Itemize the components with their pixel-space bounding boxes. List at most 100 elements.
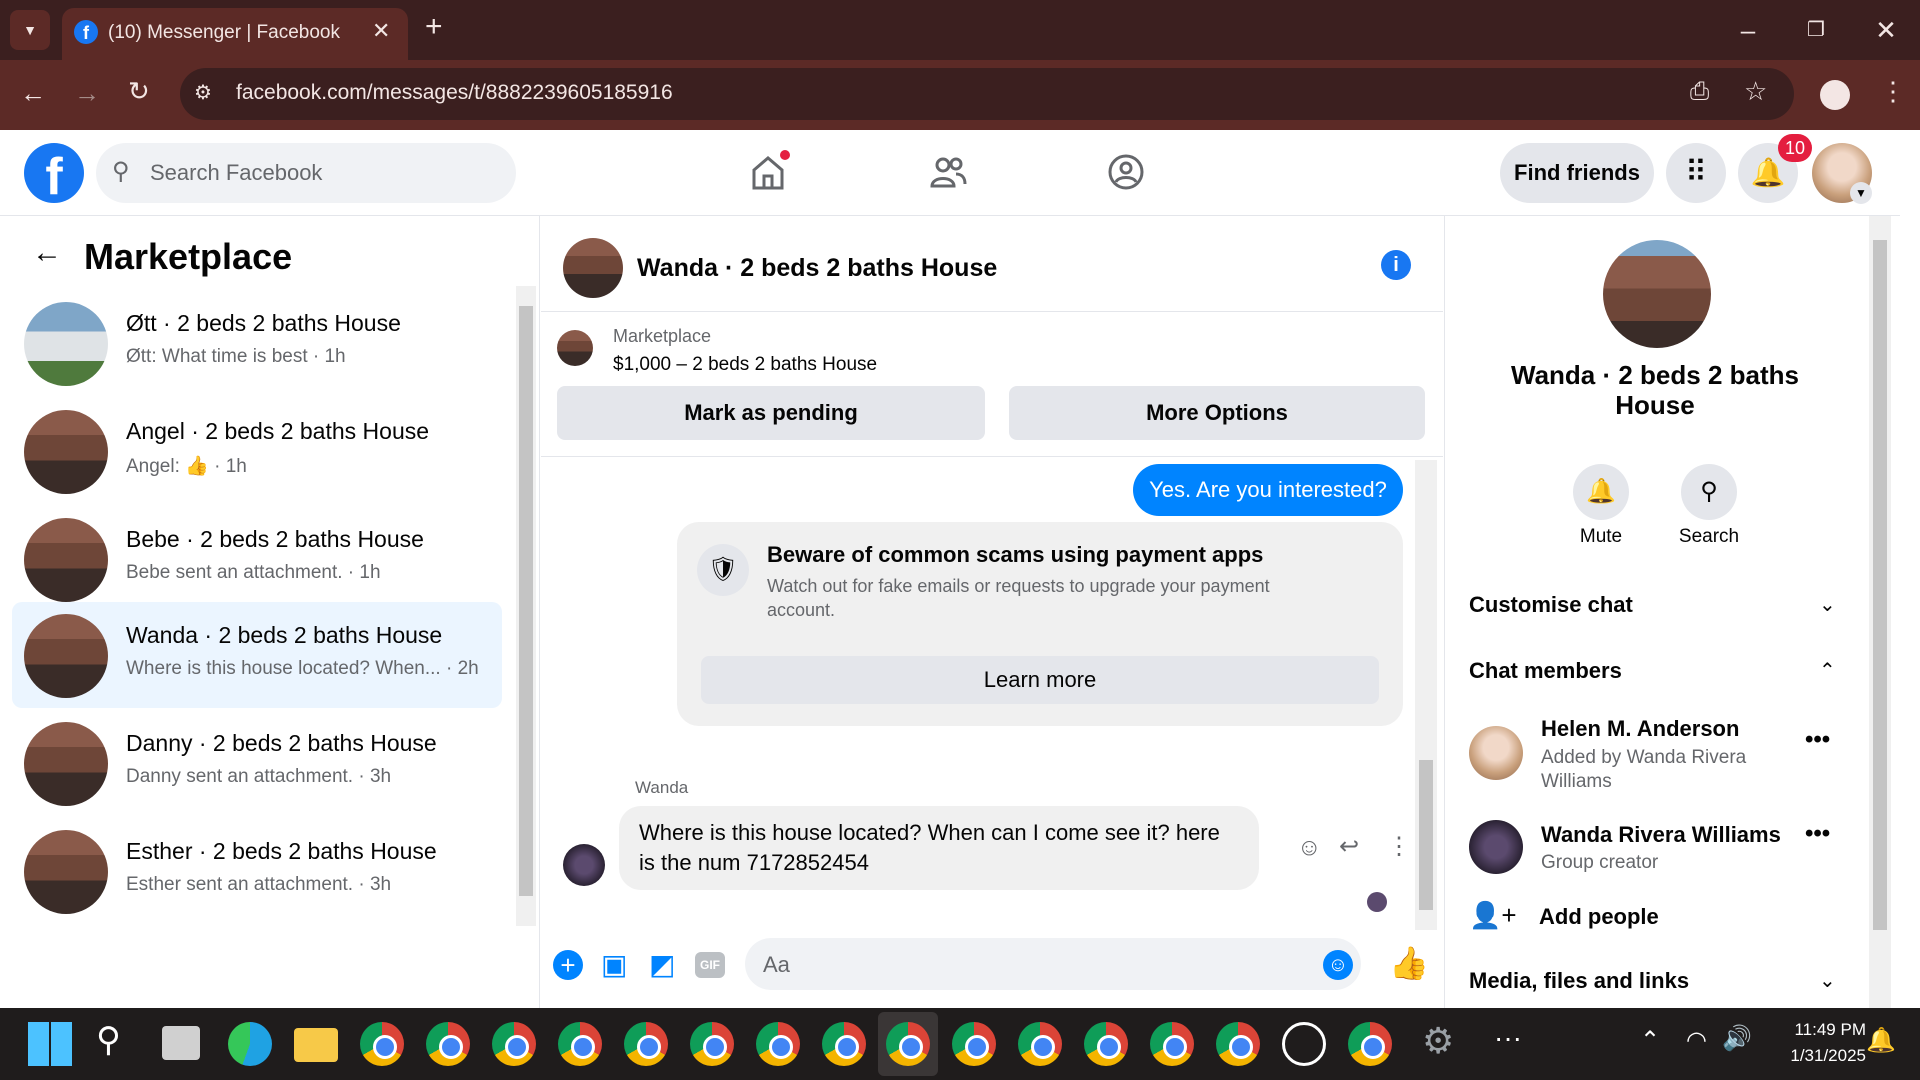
overflow-dots-icon[interactable]: ··· bbox=[1494, 1022, 1522, 1054]
conversation-item[interactable]: Angel · 2 beds 2 baths House Angel: 👍 · … bbox=[12, 398, 502, 504]
bookmark-star-icon[interactable]: ☆ bbox=[1744, 76, 1767, 107]
search-field[interactable]: ⚲ Search Facebook bbox=[96, 143, 516, 203]
menu-grid-button[interactable]: ⠿ bbox=[1666, 143, 1726, 203]
chrome-icon[interactable] bbox=[360, 1022, 404, 1066]
scrollbar-thumb[interactable] bbox=[1419, 760, 1433, 910]
minimize-button[interactable]: – bbox=[1718, 0, 1778, 60]
clock-time[interactable]: 11:49 PM bbox=[1770, 1020, 1866, 1040]
add-people-row[interactable]: 👤+ Add people bbox=[1469, 900, 1849, 940]
conversation-item[interactable]: Esther · 2 beds 2 baths House Esther sen… bbox=[12, 818, 502, 924]
chrome-icon[interactable] bbox=[1348, 1022, 1392, 1066]
mute-button[interactable]: 🔔 bbox=[1573, 464, 1629, 520]
chrome-icon[interactable] bbox=[1150, 1022, 1194, 1066]
scrollbar-thumb[interactable] bbox=[519, 306, 533, 896]
member-name[interactable]: Wanda Rivera Williams bbox=[1541, 822, 1781, 848]
their-message-bubble[interactable]: Where is this house located? When can I … bbox=[619, 806, 1259, 890]
chrome-icon[interactable] bbox=[426, 1022, 470, 1066]
chrome-icon[interactable] bbox=[1018, 1022, 1062, 1066]
windows-start-icon[interactable] bbox=[28, 1022, 72, 1066]
chatgpt-icon[interactable] bbox=[1282, 1022, 1326, 1066]
learn-more-button[interactable]: Learn more bbox=[701, 656, 1379, 704]
chat-members-row[interactable]: Chat members ⌃ bbox=[1469, 658, 1849, 698]
reload-icon[interactable]: ↻ bbox=[128, 76, 150, 107]
member-options-icon[interactable]: ••• bbox=[1805, 820, 1830, 848]
conversation-item[interactable]: Danny · 2 beds 2 baths House Danny sent … bbox=[12, 710, 502, 816]
member-avatar[interactable] bbox=[1469, 726, 1523, 780]
find-friends-button[interactable]: Find friends bbox=[1500, 143, 1654, 203]
conversation-item[interactable]: Bebe · 2 beds 2 baths House Bebe sent an… bbox=[12, 506, 502, 612]
notification-bell-icon[interactable]: 🔔 bbox=[1866, 1026, 1896, 1055]
account-chevron-icon[interactable]: ▼ bbox=[1850, 182, 1872, 204]
info-avatar[interactable] bbox=[1603, 240, 1711, 348]
sender-avatar[interactable] bbox=[563, 844, 605, 886]
chrome-icon[interactable] bbox=[756, 1022, 800, 1066]
forward-icon[interactable]: → bbox=[74, 78, 100, 109]
emoji-icon[interactable]: ☺ bbox=[1323, 950, 1353, 980]
image-icon[interactable]: ▣ bbox=[601, 948, 627, 981]
browser-tab[interactable]: f (10) Messenger | Facebook ✕ bbox=[62, 8, 408, 60]
mark-pending-button[interactable]: Mark as pending bbox=[557, 386, 985, 440]
add-icon[interactable]: + bbox=[553, 950, 583, 980]
my-message-bubble[interactable]: Yes. Are you interested? bbox=[1133, 464, 1403, 516]
conversation-item[interactable]: Øtt · 2 beds 2 baths House Øtt: What tim… bbox=[12, 290, 502, 396]
chrome-icon[interactable] bbox=[952, 1022, 996, 1066]
conversation-item-selected[interactable]: Wanda · 2 beds 2 baths House Where is th… bbox=[12, 602, 502, 708]
chrome-icon[interactable] bbox=[1084, 1022, 1128, 1066]
customise-chat-row[interactable]: Customise chat ⌄ bbox=[1469, 592, 1849, 632]
chrome-icon[interactable] bbox=[822, 1022, 866, 1066]
more-actions-icon[interactable]: ⋮ bbox=[1387, 832, 1411, 861]
member-options-icon[interactable]: ••• bbox=[1805, 726, 1830, 754]
close-window-button[interactable]: ✕ bbox=[1856, 0, 1916, 60]
chrome-icon-active[interactable] bbox=[886, 1022, 930, 1066]
info-icon[interactable]: i bbox=[1381, 250, 1411, 280]
chrome-icon[interactable] bbox=[558, 1022, 602, 1066]
taskbar-search-icon[interactable]: ⚲ bbox=[96, 1020, 121, 1060]
listing-description[interactable]: $1,000 – 2 beds 2 baths House bbox=[613, 354, 877, 376]
chrome-icon[interactable] bbox=[492, 1022, 536, 1066]
url-field[interactable]: ⚙ facebook.com/messages/t/88822396051859… bbox=[180, 68, 1794, 120]
chrome-icon[interactable] bbox=[624, 1022, 668, 1066]
wifi-icon[interactable]: ◠ bbox=[1686, 1026, 1707, 1055]
chrome-icon[interactable] bbox=[1216, 1022, 1260, 1066]
chat-title[interactable]: Wanda · 2 beds 2 baths House bbox=[637, 254, 997, 283]
friends-icon[interactable] bbox=[928, 152, 968, 192]
close-tab-icon[interactable]: ✕ bbox=[372, 18, 390, 44]
chrome-icon[interactable] bbox=[690, 1022, 734, 1066]
chat-avatar[interactable] bbox=[563, 238, 623, 298]
thumbs-up-send-icon[interactable]: 👍 bbox=[1389, 944, 1429, 982]
facebook-logo-icon[interactable]: f bbox=[24, 143, 84, 203]
tab-search-button[interactable]: ▼ bbox=[10, 10, 50, 50]
page-scrollbar[interactable] bbox=[1900, 130, 1920, 1008]
new-tab-button[interactable]: + bbox=[425, 10, 443, 44]
groups-icon[interactable] bbox=[1106, 152, 1146, 192]
back-arrow-icon[interactable]: ← bbox=[32, 236, 62, 270]
site-info-icon[interactable]: ⚙ bbox=[194, 80, 212, 105]
clock-date[interactable]: 1/31/2025 bbox=[1760, 1046, 1866, 1066]
tray-chevron-icon[interactable]: ⌃ bbox=[1640, 1026, 1660, 1055]
message-input[interactable]: Aa ☺ bbox=[745, 938, 1361, 990]
conversation-scrollbar[interactable] bbox=[516, 286, 536, 926]
reply-icon[interactable]: ↩ bbox=[1339, 832, 1359, 861]
media-files-row[interactable]: Media, files and links ⌄ bbox=[1469, 968, 1849, 1008]
scrollbar-thumb[interactable] bbox=[1873, 240, 1887, 930]
search-button[interactable]: ⚲ bbox=[1681, 464, 1737, 520]
profile-icon[interactable] bbox=[1820, 80, 1850, 110]
member-name[interactable]: Helen M. Anderson bbox=[1541, 716, 1739, 742]
settings-gear-icon[interactable]: ⚙ bbox=[1422, 1020, 1454, 1062]
task-view-icon[interactable] bbox=[162, 1026, 200, 1060]
more-options-button[interactable]: More Options bbox=[1009, 386, 1425, 440]
react-emoji-icon[interactable]: ☺ bbox=[1297, 834, 1322, 862]
gif-icon[interactable]: GIF bbox=[695, 952, 725, 978]
restore-button[interactable]: ❐ bbox=[1786, 0, 1846, 60]
listing-thumbnail[interactable] bbox=[557, 330, 593, 366]
file-explorer-icon[interactable] bbox=[294, 1028, 338, 1062]
edge-icon[interactable] bbox=[228, 1022, 272, 1066]
sticker-icon[interactable]: ◩ bbox=[649, 948, 675, 981]
chat-scrollbar[interactable] bbox=[1415, 460, 1437, 930]
member-avatar[interactable] bbox=[1469, 820, 1523, 874]
back-icon[interactable]: ← bbox=[20, 78, 46, 109]
install-app-icon[interactable]: ⎙ bbox=[1690, 78, 1709, 106]
info-scrollbar[interactable] bbox=[1869, 216, 1891, 1008]
volume-icon[interactable]: 🔊 bbox=[1722, 1024, 1752, 1053]
browser-menu-icon[interactable]: ⋮ bbox=[1880, 76, 1906, 107]
